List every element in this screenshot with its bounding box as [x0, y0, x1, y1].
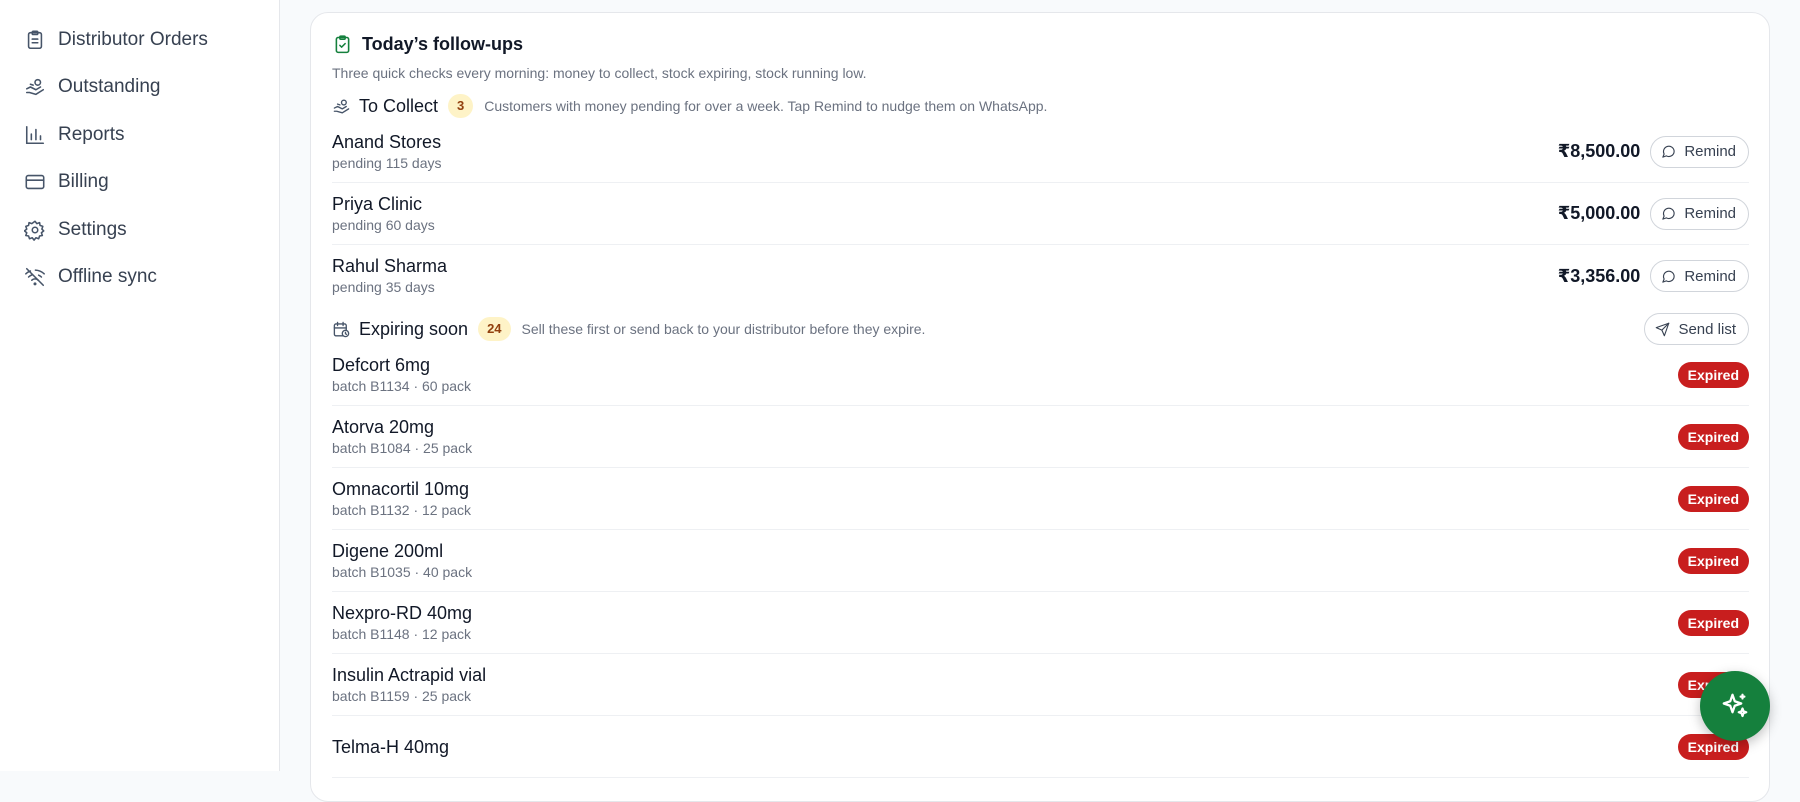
send-icon: [1656, 322, 1670, 336]
ai-assistant-button[interactable]: [1700, 671, 1770, 741]
list-item: Telma-H 40mg Expired: [332, 716, 1749, 778]
pending-days: pending 35 days: [332, 279, 435, 295]
sidebar-item-outstanding[interactable]: Outstanding: [0, 64, 279, 112]
amount-due: ₹3,356.00: [1557, 265, 1641, 286]
product-name: Defcort 6mg: [332, 354, 431, 375]
remind-button[interactable]: Remind: [1650, 197, 1749, 230]
list-item: Insulin Actrapid vial batch B1159 · 25 p…: [332, 654, 1749, 716]
bar-chart-icon: [25, 125, 45, 144]
followups-card: Today’s follow-ups Three quick checks ev…: [310, 12, 1770, 802]
batch-info: batch B1134 · 60 pack: [332, 377, 472, 394]
sidebar-item-label: Settings: [58, 218, 127, 240]
amount-due: ₹8,500.00: [1557, 141, 1641, 161]
batch-info: batch B1159 · 25 pack: [332, 687, 472, 704]
list-item: Digene 200ml batch B1035 · 40 pack Expir…: [332, 530, 1749, 592]
calendar-clock-icon: [333, 321, 350, 337]
batch-info: batch B1035 · 40 pack: [332, 563, 473, 580]
expiring-section-header: Expiring soon 24 Sell these first or sen…: [332, 313, 1749, 345]
batch-info: batch B1132 · 12 pack: [332, 501, 472, 518]
clipboard-icon: [27, 30, 43, 49]
expired-badge: Expired: [1677, 485, 1749, 512]
product-name: Digene 200ml: [332, 540, 444, 561]
remind-button[interactable]: Remind: [1650, 135, 1749, 168]
pending-days: pending 60 days: [332, 216, 435, 233]
credit-card-icon: [25, 175, 45, 190]
chat-bubble-icon: [1662, 207, 1675, 220]
product-name: Atorva 20mg: [332, 416, 435, 437]
remind-button[interactable]: Remind: [1650, 260, 1749, 292]
sidebar-item-label: Distributor Orders: [58, 28, 208, 50]
sidebar-item-label: Billing: [58, 171, 109, 193]
card-title: Today’s follow-ups: [362, 33, 523, 54]
expiring-section-description: Sell these first or send back to your di…: [521, 321, 926, 337]
list-item: Priya Clinic pending 60 days ₹5,000.00 R…: [332, 183, 1749, 245]
list-item: Rahul Sharma pending 35 days ₹3,356.00 R…: [332, 245, 1749, 307]
chat-bubble-icon: [1662, 145, 1675, 158]
pending-days: pending 115 days: [332, 154, 442, 171]
customer-name: Rahul Sharma: [332, 256, 448, 276]
main-content: Today’s follow-ups Three quick checks ev…: [280, 0, 1800, 802]
send-list-button[interactable]: Send list: [1644, 313, 1749, 345]
amount-due: ₹5,000.00: [1557, 203, 1641, 223]
hand-coins-icon: [25, 79, 45, 96]
expired-badge: Expired: [1677, 609, 1749, 636]
expiring-count-badge: 24: [478, 317, 511, 341]
remind-label: Remind: [1684, 205, 1736, 222]
collect-section-header: To Collect 3 Customers with money pendin…: [332, 91, 1749, 121]
expired-badge: Expired: [1677, 361, 1749, 388]
batch-info: batch B1148 · 12 pack: [332, 625, 472, 642]
customer-name: Anand Stores: [332, 131, 442, 152]
batch-info: batch B1084 · 25 pack: [332, 439, 473, 456]
sidebar-item-reports[interactable]: Reports: [0, 111, 279, 159]
expiring-section-title: Expiring soon: [359, 318, 469, 339]
remind-label: Remind: [1684, 143, 1736, 160]
customer-name: Priya Clinic: [332, 193, 423, 214]
list-item: Atorva 20mg batch B1084 · 25 pack Expire…: [332, 406, 1749, 468]
expired-badge: Expired: [1677, 547, 1749, 574]
sidebar-item-offline-sync[interactable]: Offline sync: [0, 254, 279, 302]
list-item: Nexpro-RD 40mg batch B1148 · 12 pack Exp…: [332, 592, 1749, 654]
sparkles-icon: [1722, 693, 1748, 718]
wifi-off-icon: [25, 268, 45, 287]
clipboard-check-icon: [335, 34, 350, 53]
sidebar: Distributor Orders Outstanding Reports B…: [0, 0, 280, 771]
product-name: Omnacortil 10mg: [332, 478, 470, 499]
sidebar-item-label: Reports: [58, 123, 125, 145]
collect-list: Anand Stores pending 115 days ₹8,500.00 …: [332, 121, 1749, 307]
expired-badge: Expired: [1677, 423, 1749, 450]
hand-coins-icon: [333, 98, 350, 114]
sidebar-item-label: Offline sync: [58, 266, 157, 288]
sidebar-item-label: Outstanding: [58, 76, 161, 98]
product-name: Insulin Actrapid vial: [332, 664, 487, 685]
list-item: Defcort 6mg batch B1134 · 60 pack Expire…: [332, 344, 1749, 406]
collect-count-badge: 3: [448, 94, 474, 118]
expiring-list: Defcort 6mg batch B1134 · 60 pack Expire…: [332, 344, 1749, 778]
list-item: Anand Stores pending 115 days ₹8,500.00 …: [332, 121, 1749, 183]
list-item: Omnacortil 10mg batch B1132 · 12 pack Ex…: [332, 468, 1749, 530]
remind-label: Remind: [1684, 267, 1736, 285]
product-name: Nexpro-RD 40mg: [332, 602, 473, 623]
card-header: Today’s follow-ups: [332, 33, 1749, 55]
card-subtitle: Three quick checks every morning: money …: [332, 65, 867, 81]
sidebar-item-settings[interactable]: Settings: [0, 206, 279, 254]
collect-section-title: To Collect: [359, 95, 439, 116]
product-name: Telma-H 40mg: [332, 736, 450, 757]
send-list-label: Send list: [1678, 320, 1736, 338]
sidebar-item-billing[interactable]: Billing: [0, 159, 279, 207]
collect-section-description: Customers with money pending for over a …: [484, 98, 1048, 114]
chat-bubble-icon: [1662, 270, 1675, 283]
gear-icon: [24, 220, 45, 241]
sidebar-item-distributor-orders[interactable]: Distributor Orders: [0, 16, 279, 64]
